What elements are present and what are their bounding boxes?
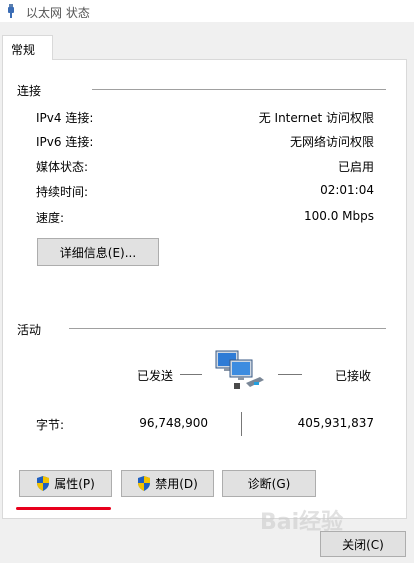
tab-general[interactable]: 常规	[2, 35, 53, 60]
uac-shield-icon	[138, 476, 151, 491]
bytes-divider	[241, 412, 242, 436]
sent-dash	[180, 374, 202, 375]
speed-value: 100.0 Mbps	[303, 209, 374, 223]
highlight-underline	[16, 507, 111, 510]
media-state-label: 媒体状态:	[36, 160, 89, 174]
activity-separator	[69, 328, 386, 329]
properties-button-label: 属性(P)	[54, 477, 95, 491]
tab-panel	[2, 59, 407, 519]
bytes-received-value: 405,931,837	[297, 416, 374, 430]
disable-button[interactable]: 禁用(D)	[121, 470, 214, 497]
received-label: 已接收	[335, 369, 372, 383]
network-cable-icon	[8, 4, 14, 18]
details-button[interactable]: 详细信息(E)...	[37, 238, 159, 266]
bytes-label: 字节:	[36, 418, 65, 432]
media-state-value: 已启用	[337, 160, 374, 174]
tab-general-label: 常规	[11, 43, 36, 57]
ipv6-value: 无网络访问权限	[289, 135, 374, 149]
duration-label: 持续时间:	[36, 185, 89, 199]
close-button[interactable]: 关闭(C)	[320, 531, 406, 557]
title-bar: 以太网 状态	[0, 0, 414, 22]
connection-section-title: 连接	[17, 84, 42, 98]
network-computers-icon	[215, 350, 264, 389]
diagnose-button[interactable]: 诊断(G)	[222, 470, 316, 497]
ipv6-label: IPv6 连接:	[36, 135, 94, 149]
connection-separator	[92, 89, 386, 90]
ipv4-label: IPv4 连接:	[36, 111, 94, 125]
window-title: 以太网 状态	[26, 6, 90, 20]
sent-label: 已发送	[137, 369, 174, 383]
uac-shield-icon	[37, 476, 50, 491]
bytes-sent-value: 96,748,900	[139, 416, 208, 430]
properties-button[interactable]: 属性(P)	[19, 470, 112, 497]
disable-button-label: 禁用(D)	[155, 477, 198, 491]
activity-section-title: 活动	[17, 323, 42, 337]
ipv4-value: 无 Internet 访问权限	[258, 111, 374, 125]
duration-value: 02:01:04	[320, 183, 374, 197]
speed-label: 速度:	[36, 211, 65, 225]
received-dash	[278, 374, 302, 375]
